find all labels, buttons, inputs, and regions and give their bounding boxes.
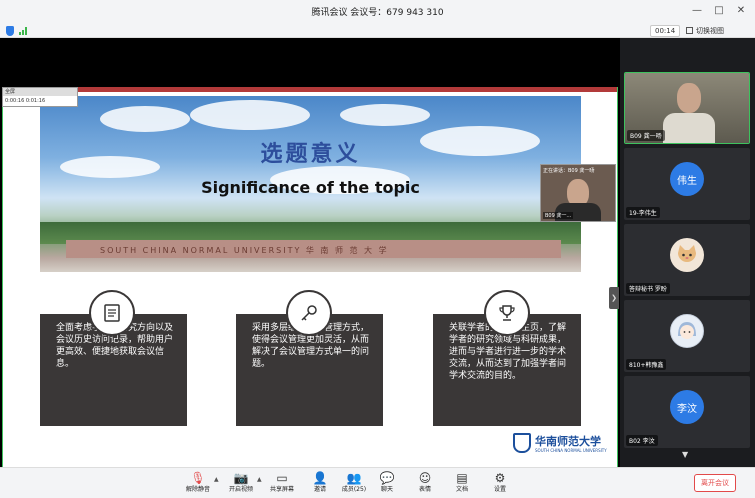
emoji-icon: ☺ [418, 471, 432, 485]
university-name-en: SOUTH CHINA NORMAL UNIVERSITY [535, 448, 607, 453]
slide-title-cn: 选题意义 [260, 142, 361, 167]
status-bar: 00:14 切换视图 [0, 24, 755, 38]
share-screen-button[interactable]: ▭ 共享屏幕 [264, 471, 300, 495]
invite-button[interactable]: 👤 邀请 [302, 471, 338, 495]
signal-icon[interactable] [19, 27, 29, 35]
document-icon [89, 290, 135, 336]
video-options-caret[interactable]: ▲ [257, 476, 262, 483]
leave-meeting-button[interactable]: 离开会议 [694, 474, 736, 492]
window-title: 腾讯会议 会议号：679 943 310 [311, 8, 444, 18]
university-name: 华南师范大学 [535, 435, 601, 448]
mini-player-label: 全屏 [3, 88, 77, 96]
presentation-slide: SOUTH CHINA NORMAL UNIVERSITY 华 南 师 范 大 … [2, 87, 618, 471]
speaker-pip-video[interactable]: 正在讲话：B09 龚一旸 B09 龚一… [540, 164, 616, 222]
start-video-button[interactable]: 📷 开启视频 [223, 471, 259, 495]
meeting-toolbar: 🎙 解除静音 ▲ 📷 开启视频 ▲ ▭ 共享屏幕 👤 邀请 👥 成员(25) 💬… [0, 467, 755, 498]
campus-photo: SOUTH CHINA NORMAL UNIVERSITY 华 南 师 范 大 … [40, 96, 581, 272]
documents-button[interactable]: ▤ 文档 [444, 471, 480, 495]
slide-title-en: Significance of the topic [201, 178, 420, 197]
cat-avatar-icon [670, 238, 704, 272]
pip-name-tag: B09 龚一… [543, 212, 574, 219]
chat-button[interactable]: 💬 聊天 [369, 471, 405, 495]
university-logo: 华南师范大学 SOUTH CHINA NORMAL UNIVERSITY [513, 431, 608, 457]
participant-name: B02 李汶 [626, 435, 658, 446]
collapse-panel-button[interactable]: ❯ [609, 287, 619, 309]
audio-options-caret[interactable]: ▲ [214, 476, 219, 483]
meeting-window: 腾讯会议 会议号：679 943 310 — □ ✕ 00:14 切换视图 SO… [0, 0, 755, 498]
members-icon: 👥 [346, 471, 362, 485]
document-icon: ▤ [456, 471, 468, 485]
switch-view-label: 切换视图 [696, 27, 724, 35]
members-button[interactable]: 👥 成员(25) [336, 471, 372, 495]
participant-tile[interactable]: 810+韩豫鑫 [624, 300, 750, 372]
title-bar: 腾讯会议 会议号：679 943 310 — □ ✕ [0, 0, 755, 24]
participant-avatar: 李汶 [670, 390, 704, 424]
participants-panel: B09 龚一旸 伟生 19-李伟生 答辩秘书 罗盼 810+韩豫鑫 李汶 B02… [620, 38, 755, 467]
close-button[interactable]: ✕ [730, 2, 752, 20]
key-icon [286, 290, 332, 336]
slide-top-bar [3, 87, 617, 92]
participant-tile[interactable]: 答辩秘书 罗盼 [624, 224, 750, 296]
speaking-label: 正在讲话：B09 龚一旸 [543, 168, 595, 174]
participant-name: 19-李伟生 [626, 207, 660, 218]
participant-name: 答辩秘书 罗盼 [626, 283, 670, 294]
minimize-button[interactable]: — [686, 2, 708, 20]
wall-text: SOUTH CHINA NORMAL UNIVERSITY 华 南 师 范 大 … [100, 246, 389, 255]
unmute-button[interactable]: 🎙 解除静音 [180, 471, 216, 495]
mic-muted-icon: 🎙 [190, 471, 206, 485]
shared-screen-stage: SOUTH CHINA NORMAL UNIVERSITY 华 南 师 范 大 … [0, 38, 620, 471]
settings-button[interactable]: ⚙ 设置 [482, 471, 518, 495]
share-screen-icon: ▭ [276, 471, 288, 485]
shield-icon[interactable] [6, 26, 14, 36]
participant-avatar: 伟生 [670, 162, 704, 196]
settings-icon: ⚙ [494, 471, 506, 485]
participant-name: 810+韩豫鑫 [626, 359, 667, 370]
switch-view-button[interactable]: 切换视图 [686, 25, 724, 37]
participant-tile[interactable]: 李汶 B02 李汶 [624, 376, 750, 448]
emoji-button[interactable]: ☺ 表情 [407, 471, 443, 495]
chat-icon: 💬 [379, 471, 395, 485]
grid-icon [686, 27, 693, 34]
maximize-button[interactable]: □ [708, 2, 730, 20]
scroll-down-icon[interactable]: ▼ [682, 450, 688, 459]
trophy-icon [484, 290, 530, 336]
university-emblem-icon [513, 433, 531, 453]
participant-name: B09 龚一旸 [627, 130, 665, 141]
mini-player-time: 0:00:16 0:01:16 [5, 98, 46, 104]
mini-player[interactable]: 全屏 0:00:16 0:01:16 [2, 87, 78, 107]
camera-off-icon: 📷 [233, 471, 249, 485]
participant-tile[interactable]: 伟生 19-李伟生 [624, 148, 750, 220]
invite-icon: 👤 [312, 471, 328, 485]
participant-tile[interactable]: B09 龚一旸 [624, 72, 750, 144]
meeting-timer: 00:14 [650, 25, 681, 37]
girl-avatar-icon [670, 314, 704, 348]
